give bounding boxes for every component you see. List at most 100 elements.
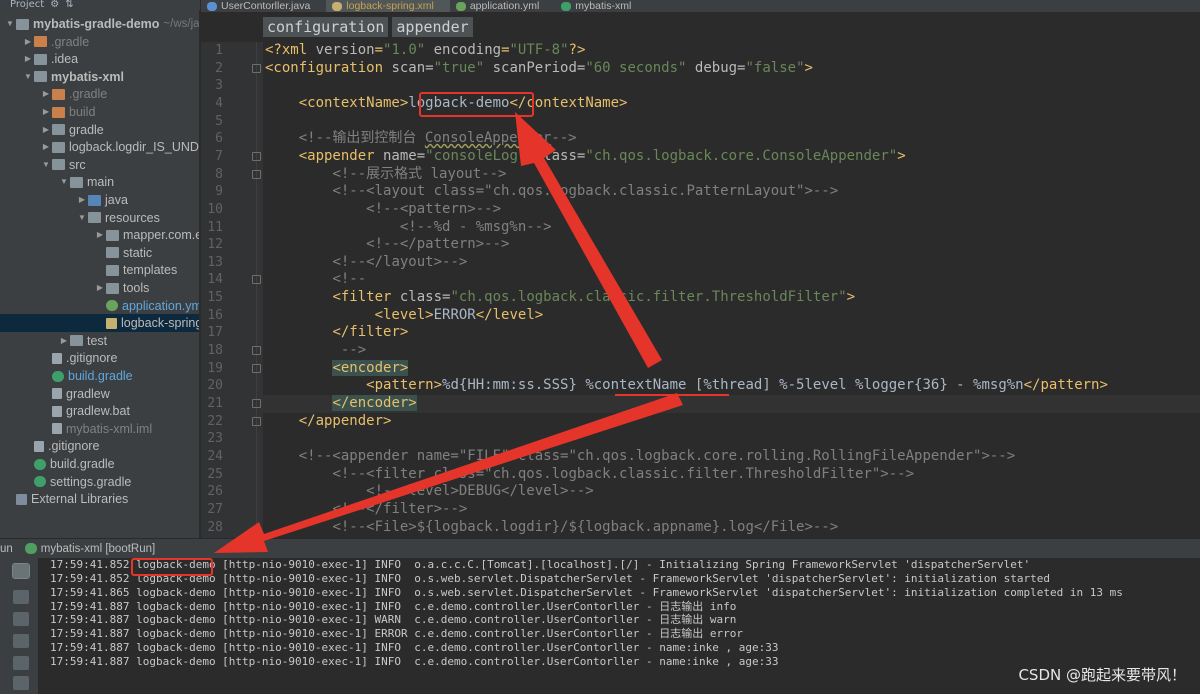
chevron-right-icon[interactable]: ▶ <box>22 33 34 51</box>
tree-item[interactable]: build.gradle <box>0 455 199 473</box>
tree-item[interactable]: ▼ mybatis-gradle-demo ~/ws/ja <box>0 15 199 33</box>
chevron-down-icon[interactable]: ▼ <box>4 15 16 33</box>
code-line[interactable]: <!-- <box>265 271 366 289</box>
chevron-down-icon[interactable]: ▼ <box>58 173 70 191</box>
editor-tab[interactable]: UserContorller.java <box>201 0 326 12</box>
tree-item-label: build <box>69 105 96 119</box>
code-line[interactable]: <!--<appender name="FILE" class="ch.qos.… <box>265 448 1015 466</box>
code-editor[interactable]: 1 2 3 4 5 6 7 8 9 10 11 12 13 14 15 16 17 18 19 20 21 22 23 24 2… <box>201 42 1200 538</box>
code-line[interactable]: </appender> <box>265 413 392 431</box>
breadcrumb: configuration appender <box>201 12 1200 42</box>
code-line[interactable]: <level>ERROR</level> <box>265 307 544 325</box>
code-line[interactable]: <!--<File>${logback.logdir}/${logback.ap… <box>265 519 838 537</box>
fold-marker-icon[interactable] <box>252 363 261 373</box>
tree-item-label: main <box>87 175 115 190</box>
tree-item[interactable]: ▶ build <box>0 103 199 121</box>
code-line[interactable]: <!--</pattern>--> <box>265 236 509 254</box>
rerun-icon[interactable] <box>12 563 30 579</box>
code-line[interactable]: <pattern>%d{HH:mm:ss.SSS} %contextName [… <box>265 377 1108 395</box>
tree-item-label: build.gradle <box>68 369 133 383</box>
down-arrow-icon[interactable] <box>13 612 29 626</box>
tree-item[interactable]: External Libraries <box>0 490 199 508</box>
fold-marker-icon[interactable] <box>252 275 261 285</box>
tree-item[interactable]: ▶ logback.logdir_IS_UNDEF <box>0 138 199 156</box>
code-line[interactable]: </filter> <box>265 324 408 342</box>
code-line[interactable]: <!--<level>DEBUG</level>--> <box>265 483 594 501</box>
tree-item[interactable]: ▶ tools <box>0 279 199 297</box>
project-header-title[interactable]: Project <box>10 0 44 10</box>
tree-item[interactable]: ▼ src <box>0 156 199 174</box>
tree-item-label: mybatis-xml <box>51 69 124 84</box>
tree-item[interactable]: ▼ main <box>0 173 199 191</box>
chevron-right-icon[interactable]: ▶ <box>22 50 34 68</box>
editor-tab[interactable]: application.yml <box>450 0 555 12</box>
run-config-title[interactable]: mybatis-xml [bootRun] <box>41 543 155 555</box>
tree-item[interactable]: gradlew.bat <box>0 402 199 420</box>
tree-item[interactable]: ▶ .gradle <box>0 33 199 51</box>
code-line[interactable]: <!--</filter>--> <box>265 501 467 519</box>
tree-item[interactable]: build.gradle <box>0 367 199 385</box>
chevron-right-icon[interactable]: ▶ <box>40 85 52 103</box>
wrap-icon[interactable] <box>13 634 29 648</box>
code-line[interactable]: <filter class="ch.qos.logback.classic.fi… <box>265 289 855 307</box>
fold-marker-icon[interactable] <box>252 399 261 408</box>
editor-tab[interactable]: mybatis-xml <box>555 0 647 12</box>
scroll-end-icon[interactable] <box>13 656 29 670</box>
fold-marker-icon[interactable] <box>252 151 261 161</box>
tree-item[interactable]: .gitignore <box>0 349 199 367</box>
tree-item-label: static <box>123 245 153 260</box>
folder-icon <box>106 264 119 276</box>
code-line[interactable]: --> <box>265 342 366 360</box>
code-line[interactable]: <configuration scan="true" scanPeriod="6… <box>265 60 813 78</box>
chevron-right-icon[interactable]: ▶ <box>58 332 70 350</box>
chevron-right-icon[interactable]: ▶ <box>40 103 52 121</box>
code-line[interactable]: <!--</layout>--> <box>265 254 467 272</box>
tree-item[interactable]: ▼ mybatis-xml <box>0 68 199 86</box>
code-line[interactable]: <?xml version="1.0" encoding="UTF-8"?> <box>265 42 585 60</box>
tree-item[interactable]: gradlew <box>0 385 199 403</box>
code-line[interactable]: <!--展示格式 layout--> <box>265 166 506 184</box>
collapse-icon[interactable]: ⇅ <box>65 0 73 10</box>
tree-item[interactable]: static <box>0 244 199 262</box>
chevron-down-icon[interactable]: ▼ <box>40 156 52 174</box>
code-line[interactable]: <!--输出到控制台 ConsoleAppender--> <box>265 130 577 148</box>
up-arrow-icon[interactable] <box>13 590 29 604</box>
code-line[interactable]: <!--<filter class="ch.qos.logback.classi… <box>265 466 914 484</box>
fold-marker-icon[interactable] <box>252 416 261 426</box>
editor-tab[interactable]: logback-spring.xml <box>326 0 450 12</box>
chevron-right-icon[interactable]: ▶ <box>76 191 88 209</box>
settings-icon[interactable]: ⚙ <box>50 0 59 10</box>
chevron-right-icon[interactable]: ▶ <box>40 121 52 139</box>
chevron-down-icon[interactable]: ▼ <box>76 209 88 227</box>
code-line[interactable]: <!--<layout class="ch.qos.logback.classi… <box>265 183 838 201</box>
print-icon[interactable] <box>13 676 29 690</box>
tree-item[interactable]: .gitignore <box>0 437 199 455</box>
chevron-right-icon[interactable]: ▶ <box>94 279 106 297</box>
code-line[interactable]: <!--<pattern>--> <box>265 201 501 219</box>
tree-item[interactable]: mybatis-xml.iml <box>0 420 199 438</box>
tree-item[interactable]: ▶ test <box>0 332 199 350</box>
tree-item[interactable]: templates <box>0 261 199 279</box>
tree-item[interactable]: ▶ gradle <box>0 121 199 139</box>
line-number: 11 <box>207 219 223 235</box>
tree-item[interactable]: settings.gradle <box>0 473 199 491</box>
chevron-right-icon[interactable]: ▶ <box>94 226 106 244</box>
code-line[interactable]: <encoder> <box>265 359 409 378</box>
fold-marker-icon[interactable] <box>252 346 261 356</box>
chevron-right-icon[interactable]: ▶ <box>40 138 52 156</box>
tree-item[interactable]: ▼ resources <box>0 209 199 227</box>
breadcrumb-configuration[interactable]: configuration <box>263 17 389 37</box>
tree-item[interactable]: application.yml <box>0 297 199 315</box>
tree-item[interactable]: ▶ java <box>0 191 199 209</box>
code-line[interactable]: <appender name="consoleLog" class="ch.qo… <box>265 148 906 166</box>
code-line[interactable]: </encoder> <box>263 395 1200 413</box>
code-line[interactable]: <!--%d - %msg%n--> <box>265 219 552 237</box>
chevron-down-icon[interactable]: ▼ <box>22 68 34 86</box>
tree-item[interactable]: ▶ .gradle <box>0 85 199 103</box>
breadcrumb-appender[interactable]: appender <box>392 17 473 37</box>
tree-item[interactable]: ▶ mapper.com.ex <box>0 226 199 244</box>
tree-item[interactable]: logback-spring <box>0 314 199 333</box>
tree-item[interactable]: ▶ .idea <box>0 50 199 68</box>
fold-marker-icon[interactable] <box>252 63 261 73</box>
fold-marker-icon[interactable] <box>252 169 261 179</box>
